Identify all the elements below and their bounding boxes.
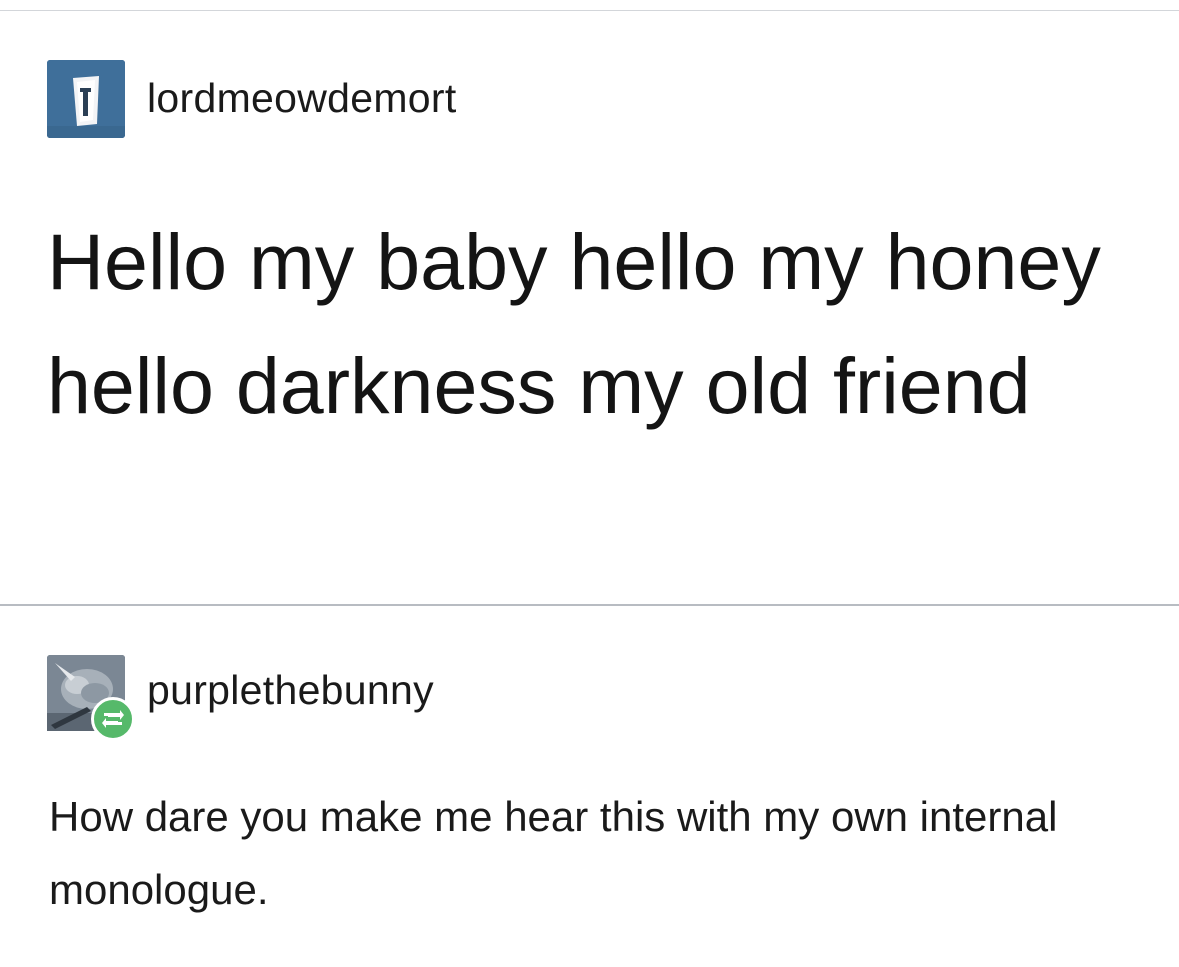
post-author-name[interactable]: lordmeowdemort bbox=[147, 75, 457, 122]
avatar[interactable] bbox=[47, 60, 125, 138]
post-body: Hello my baby hello my honey hello darkn… bbox=[47, 217, 1101, 430]
reblog-divider bbox=[0, 604, 1179, 606]
reblog-badge bbox=[91, 697, 135, 741]
avatar[interactable] bbox=[47, 655, 135, 741]
reblog-icon bbox=[102, 710, 124, 728]
top-divider bbox=[0, 10, 1179, 11]
reblog-author-name[interactable]: purplethebunny bbox=[147, 667, 434, 714]
reblog-header: purplethebunny bbox=[47, 650, 434, 741]
avatar-icon bbox=[47, 60, 125, 138]
post-header: lordmeowdemort bbox=[47, 60, 457, 138]
reblog-body: How dare you make me hear this with my o… bbox=[49, 793, 1058, 913]
